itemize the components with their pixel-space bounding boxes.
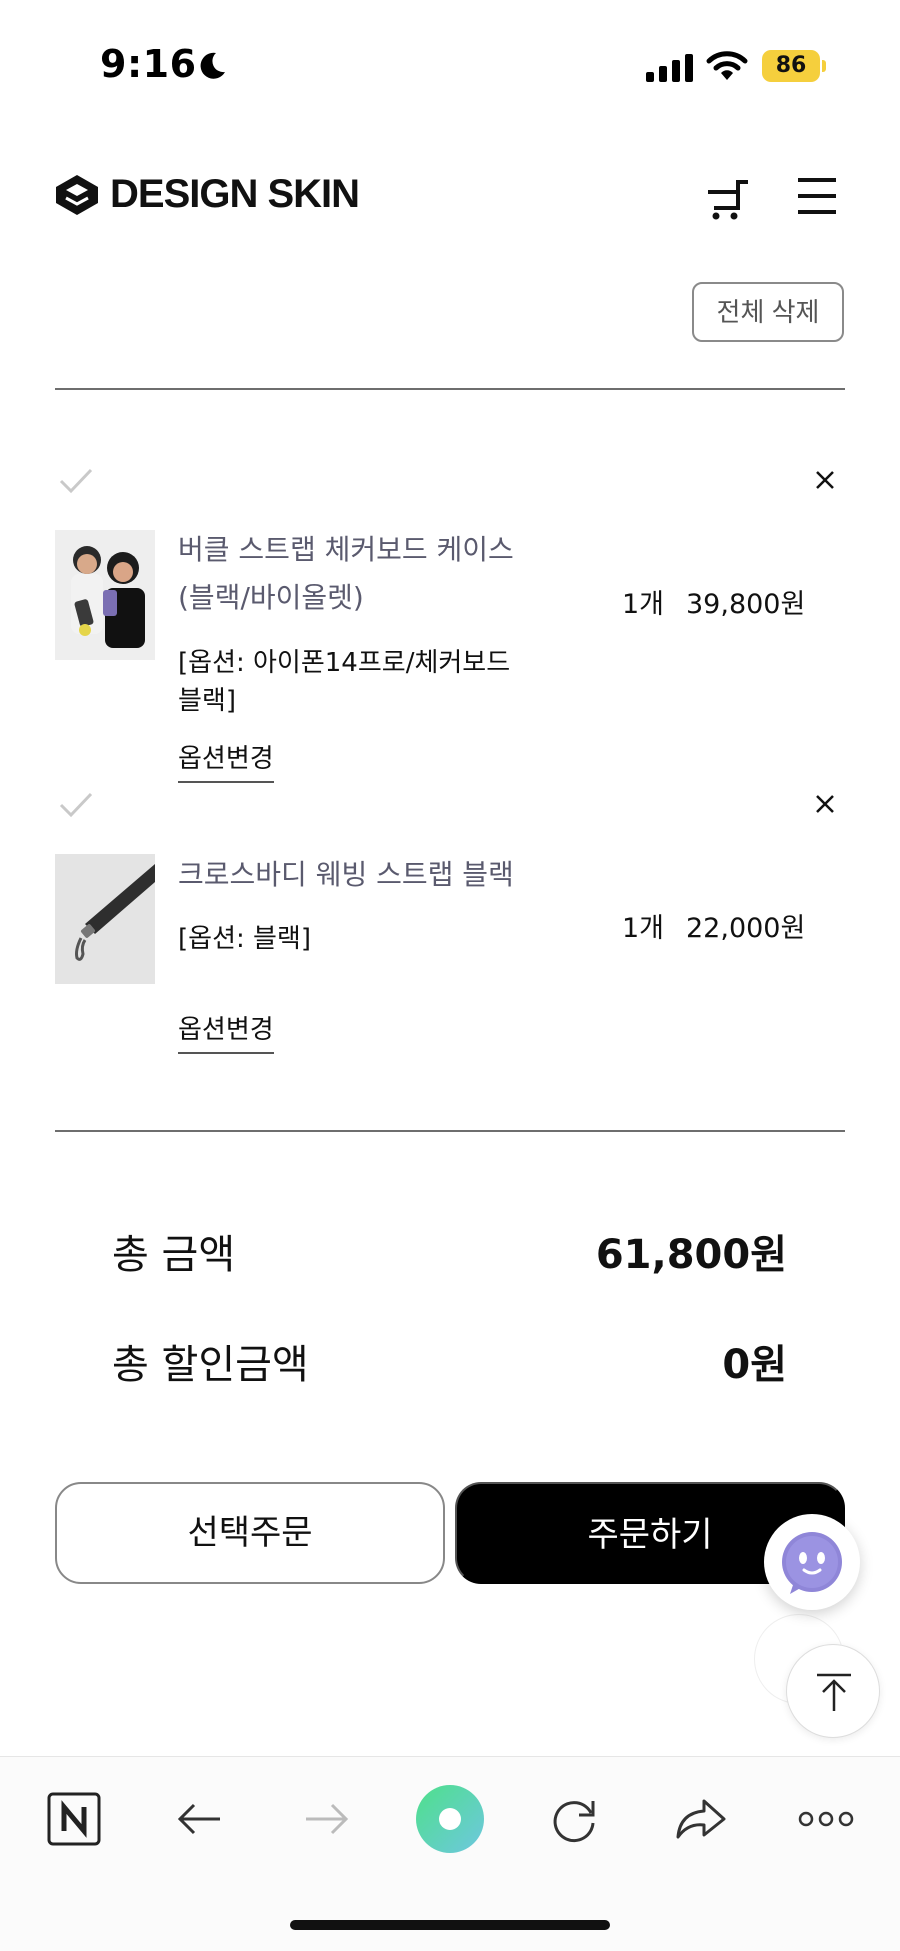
signal-icon (646, 54, 693, 82)
moon-icon (200, 52, 225, 79)
total-discount-label: 총 할인금액 (112, 1342, 309, 1388)
product-name-line1: 버클 스트랩 체커보드 케이스 (178, 533, 514, 566)
product-option-line1: [옵션: 블랙] (178, 924, 311, 954)
chatbot-icon (782, 1532, 842, 1594)
wifi-icon (706, 51, 748, 80)
menu-icon[interactable] (796, 174, 838, 218)
battery-indicator: 86 (762, 50, 820, 82)
product-option-line1: [옵션: 아이폰14프로/체커보드 (178, 648, 511, 678)
product-option: [옵션: 블랙] (178, 920, 538, 958)
close-icon[interactable] (814, 469, 836, 491)
share-icon[interactable] (670, 1789, 730, 1849)
product-price: 39,800원 (686, 589, 806, 620)
arrow-up-icon (817, 1673, 851, 1711)
product-quantity: 1개 (622, 913, 665, 944)
brand-logo[interactable]: DESIGN SKIN (54, 172, 360, 217)
status-bar: 9:16 86 (0, 0, 900, 120)
scroll-top-button[interactable] (786, 1644, 880, 1738)
battery-tip (822, 60, 826, 72)
chatbot-button[interactable] (764, 1514, 860, 1610)
product-price: 22,000원 (686, 913, 806, 944)
brand-logo-icon (56, 174, 98, 215)
product-image (55, 530, 155, 660)
product-name-line1: 크로스바디 웨빙 스트랩 블랙 (178, 858, 514, 891)
product-option: [옵션: 아이폰14프로/체커보드 블랙] (178, 644, 538, 720)
product-option-line2: 블랙] (178, 686, 236, 716)
check-icon[interactable] (58, 790, 94, 820)
arrow-left-icon[interactable] (170, 1789, 230, 1849)
status-time: 9:16 (100, 42, 197, 86)
brand-name: DESIGN SKIN (110, 172, 360, 216)
option-change-button[interactable]: 옵션변경 (178, 738, 274, 783)
product-name-line2: (블랙/바이올렛) (178, 581, 364, 614)
divider (55, 1130, 845, 1132)
more-icon[interactable] (796, 1789, 856, 1849)
divider (55, 388, 845, 390)
total-amount-label: 총 금액 (112, 1232, 236, 1278)
product-name[interactable]: 크로스바디 웨빙 스트랩 블랙 (178, 851, 538, 899)
product-thumbnail[interactable] (55, 530, 155, 660)
select-order-button[interactable]: 선택주문 (55, 1482, 445, 1584)
site-header: DESIGN SKIN (0, 160, 900, 230)
product-quantity: 1개 (622, 589, 665, 620)
cart-icon[interactable] (704, 172, 754, 222)
product-thumbnail[interactable] (55, 854, 155, 984)
option-change-button[interactable]: 옵션변경 (178, 1009, 274, 1054)
home-indicator (290, 1920, 610, 1930)
total-discount-value: 0원 (722, 1342, 787, 1388)
check-icon[interactable] (58, 466, 94, 496)
naver-n-icon[interactable] (44, 1789, 104, 1849)
arrow-right-icon[interactable] (296, 1789, 356, 1849)
product-name[interactable]: 버클 스트랩 체커보드 케이스 (블랙/바이올렛) (178, 526, 538, 622)
green-dot-icon[interactable] (412, 1781, 488, 1857)
delete-all-button[interactable]: 전체 삭제 (692, 282, 844, 342)
reload-icon[interactable] (544, 1789, 604, 1849)
total-amount-value: 61,800원 (595, 1232, 787, 1278)
close-icon[interactable] (814, 793, 836, 815)
product-image (55, 854, 155, 984)
